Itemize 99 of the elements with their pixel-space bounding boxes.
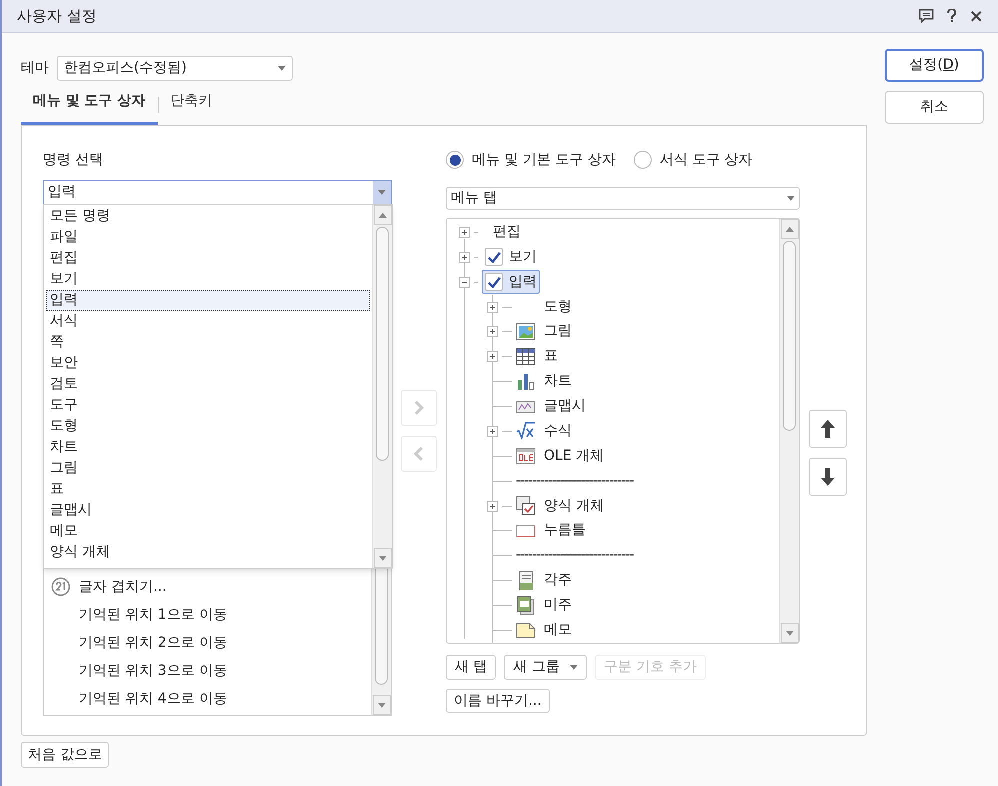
scrollbar[interactable]: [372, 205, 392, 568]
tree-item[interactable]: 수식: [544, 420, 572, 442]
endnote-icon: [516, 596, 536, 616]
tree-item[interactable]: 미주: [544, 595, 572, 616]
dropdown-item[interactable]: 쪽: [46, 332, 370, 353]
dropdown-item[interactable]: 검토: [46, 374, 370, 395]
dropdown-item[interactable]: 서식: [46, 311, 370, 332]
help-icon[interactable]: [947, 9, 957, 23]
tree-item[interactable]: 글맵시: [544, 396, 586, 418]
checkbox[interactable]: [485, 273, 503, 292]
tree-item[interactable]: 도형: [544, 296, 572, 318]
command-item[interactable]: 글자 겹치기...: [79, 576, 167, 598]
theme-dropdown[interactable]: 한컴오피스(수정됨): [57, 56, 293, 80]
circled-number-icon: [51, 577, 71, 597]
caret-icon: [570, 665, 578, 670]
command-select-label: 명령 선택: [43, 151, 104, 170]
chevron-left-icon: [414, 446, 424, 462]
dropdown-item[interactable]: 파일: [46, 227, 370, 248]
scroll-down-icon: [786, 630, 794, 636]
theme-label: 테마: [21, 58, 49, 78]
form-object-icon: [516, 496, 536, 516]
tree-item[interactable]: 편집: [482, 220, 524, 244]
reset-button[interactable]: 처음 값으로: [21, 742, 110, 768]
move-up-button[interactable]: [809, 410, 847, 448]
dropdown-item[interactable]: 도구: [46, 395, 370, 416]
expand-icon[interactable]: [459, 252, 470, 263]
tab[interactable]: 단축키: [158, 89, 225, 125]
check-icon: [488, 276, 500, 288]
dropdown-item[interactable]: 모든 명령: [46, 206, 370, 227]
scroll-down-icon: [378, 702, 386, 708]
checkbox[interactable]: [485, 248, 503, 266]
scroll-up-icon: [378, 212, 386, 218]
caret-icon: [278, 66, 286, 70]
bar-chart-icon: [516, 372, 536, 392]
scrollbar[interactable]: [779, 219, 799, 643]
radio-option[interactable]: 서식 도구 상자: [634, 150, 753, 170]
ole-object-icon: [516, 446, 536, 466]
dropdown-item[interactable]: 보안: [46, 353, 370, 374]
dropdown-item[interactable]: 차트: [46, 437, 370, 458]
radio-button[interactable]: [634, 151, 652, 169]
tree-item[interactable]: 누름틀: [544, 520, 586, 542]
arrow-up-icon: [820, 419, 836, 439]
tree-item[interactable]: 입력: [482, 270, 540, 294]
rename-button[interactable]: 이름 바꾸기...: [446, 689, 550, 713]
command-item[interactable]: 기억된 위치 1으로 이동: [79, 604, 228, 626]
command-item[interactable]: 기억된 위치 2으로 이동: [79, 632, 228, 654]
tree-item[interactable]: 보기: [482, 245, 540, 270]
check-icon: [488, 252, 500, 263]
expand-icon[interactable]: [459, 226, 470, 238]
dropdown-button[interactable]: [373, 181, 391, 204]
caret-icon: [787, 196, 795, 201]
tree-item[interactable]: 표: [544, 346, 558, 368]
cancel-button[interactable]: 취소: [885, 91, 984, 124]
dropdown-item[interactable]: 그림: [46, 458, 370, 479]
tree-item[interactable]: 각주: [544, 570, 572, 592]
expand-icon[interactable]: [487, 302, 498, 313]
dropdown-item[interactable]: 보기: [46, 269, 370, 290]
arrow-down-icon: [820, 467, 836, 487]
dropdown-item[interactable]: 표: [46, 479, 370, 500]
dropdown-item[interactable]: 양식 개체: [46, 542, 370, 563]
caret-icon: [378, 190, 386, 195]
dropdown-item[interactable]: 도형: [46, 416, 370, 437]
menu-dropdown[interactable]: 메뉴 탭: [446, 187, 800, 210]
tree-item[interactable]: 메모: [544, 620, 572, 641]
expand-icon[interactable]: [487, 500, 498, 512]
scroll-up-icon: [786, 226, 794, 232]
comment-icon[interactable]: [919, 9, 934, 23]
scrollbar-thumb[interactable]: [783, 241, 796, 431]
button[interactable]: 새 탭: [446, 655, 496, 680]
command-dropdown[interactable]: 입력: [43, 180, 392, 205]
square-root-icon: [516, 421, 536, 442]
collapse-icon[interactable]: [459, 276, 470, 288]
tree-item[interactable]: 차트: [544, 371, 572, 392]
tree-item[interactable]: OLE 개체: [544, 446, 604, 467]
table-icon: [516, 346, 536, 367]
dropdown-item[interactable]: 글맵시: [46, 500, 370, 521]
scrollbar-thumb[interactable]: [376, 227, 389, 461]
radio-button[interactable]: [446, 151, 464, 169]
close-icon[interactable]: [971, 10, 982, 22]
window-title: 사용자 설정: [17, 6, 98, 27]
move-down-button[interactable]: [809, 458, 847, 496]
separator-item[interactable]: -----------------------------: [516, 470, 634, 492]
scroll-down-icon: [378, 556, 386, 560]
dropdown-button[interactable]: 새 그룹: [504, 655, 587, 680]
expand-icon[interactable]: [487, 351, 498, 362]
dropdown-item[interactable]: 편집: [46, 248, 370, 269]
tree-item[interactable]: 그림: [544, 321, 572, 342]
dropdown-item[interactable]: 메모: [46, 521, 370, 542]
picture-icon: [516, 322, 536, 342]
expand-icon[interactable]: [487, 426, 498, 437]
separator-item[interactable]: -----------------------------: [516, 545, 634, 566]
command-item[interactable]: 기억된 위치 3으로 이동: [79, 660, 228, 682]
radio-option[interactable]: 메뉴 및 기본 도구 상자: [446, 150, 616, 170]
tree-item[interactable]: 양식 개체: [544, 496, 604, 517]
chevron-right-icon: [414, 400, 424, 416]
ok-button[interactable]: 설정(D): [885, 49, 984, 82]
command-item[interactable]: 기억된 위치 4으로 이동: [79, 688, 228, 710]
dropdown-item[interactable]: 입력: [46, 290, 370, 311]
expand-icon[interactable]: [487, 326, 498, 338]
